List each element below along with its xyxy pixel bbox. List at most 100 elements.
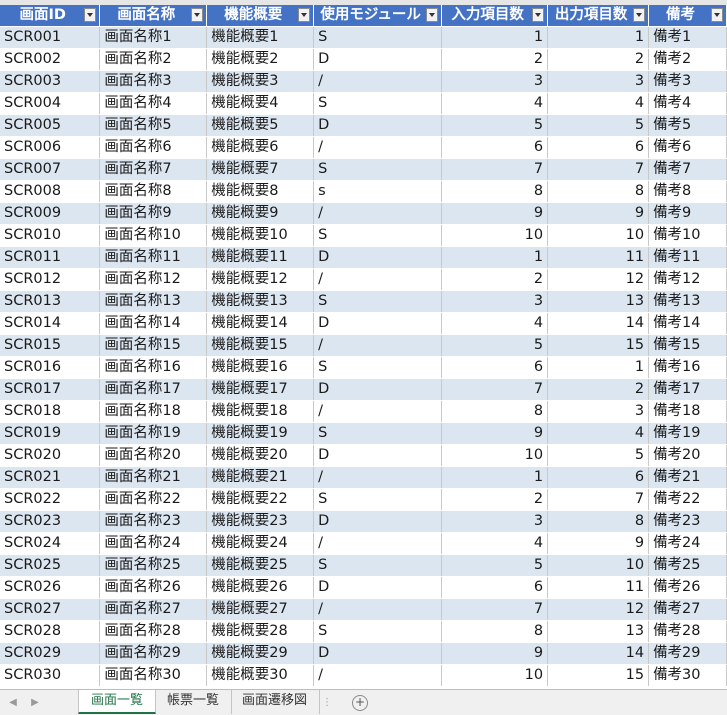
table-cell[interactable]: 備考22 bbox=[648, 488, 727, 511]
table-cell[interactable]: 3 bbox=[441, 70, 549, 93]
table-cell[interactable]: SCR008 bbox=[0, 180, 101, 203]
table-cell[interactable]: / bbox=[313, 70, 443, 93]
tab-sheet-screen-list[interactable]: 画面一覧 bbox=[78, 690, 157, 714]
table-cell[interactable]: 画面名称8 bbox=[99, 180, 208, 203]
table-cell[interactable]: D bbox=[313, 576, 443, 599]
table-cell[interactable]: SCR006 bbox=[0, 136, 101, 159]
table-cell[interactable]: 機能概要25 bbox=[206, 554, 315, 577]
filter-dropdown-icon[interactable] bbox=[426, 8, 439, 22]
table-cell[interactable]: 機能概要26 bbox=[206, 576, 315, 599]
table-cell[interactable]: 画面名称19 bbox=[99, 422, 208, 445]
table-cell[interactable]: 4 bbox=[441, 532, 549, 555]
table-cell[interactable]: 備考6 bbox=[648, 136, 727, 159]
table-cell[interactable]: 機能概要28 bbox=[206, 620, 315, 643]
table-cell[interactable]: 機能概要15 bbox=[206, 334, 315, 357]
table-cell[interactable]: SCR015 bbox=[0, 334, 101, 357]
table-cell[interactable]: 9 bbox=[441, 202, 549, 225]
triangle-right-icon[interactable]: ▶ bbox=[30, 697, 40, 709]
table-cell[interactable]: 備考27 bbox=[648, 598, 727, 621]
tab-sheet-report-list[interactable]: 帳票一覧 bbox=[155, 690, 233, 714]
table-cell[interactable]: 画面名称11 bbox=[99, 246, 208, 269]
table-cell[interactable]: 7 bbox=[441, 378, 549, 401]
table-cell[interactable]: 10 bbox=[441, 664, 549, 687]
table-cell[interactable]: 10 bbox=[547, 554, 650, 577]
table-cell[interactable]: SCR014 bbox=[0, 312, 101, 335]
tab-overflow-icon[interactable]: ⋮ bbox=[322, 697, 332, 708]
table-cell[interactable]: SCR005 bbox=[0, 114, 101, 137]
table-cell[interactable]: D bbox=[313, 114, 443, 137]
table-cell[interactable]: SCR027 bbox=[0, 598, 101, 621]
table-cell[interactable]: 1 bbox=[441, 26, 549, 49]
table-cell[interactable]: 画面名称4 bbox=[99, 92, 208, 115]
table-cell[interactable]: 5 bbox=[547, 444, 650, 467]
table-cell[interactable]: 8 bbox=[547, 180, 650, 203]
table-cell[interactable]: 備考15 bbox=[648, 334, 727, 357]
table-cell[interactable]: 機能概要29 bbox=[206, 642, 315, 665]
table-cell[interactable]: 5 bbox=[441, 334, 549, 357]
table-cell[interactable]: 5 bbox=[547, 114, 650, 137]
table-cell[interactable]: 機能概要24 bbox=[206, 532, 315, 555]
table-cell[interactable]: 備考8 bbox=[648, 180, 727, 203]
table-cell[interactable]: 備考21 bbox=[648, 466, 727, 489]
table-cell[interactable]: 機能概要18 bbox=[206, 400, 315, 423]
table-cell[interactable]: 画面名称10 bbox=[99, 224, 208, 247]
table-cell[interactable]: / bbox=[313, 400, 443, 423]
table-cell[interactable]: D bbox=[313, 48, 443, 71]
table-cell[interactable]: 9 bbox=[441, 422, 549, 445]
table-cell[interactable]: 備考10 bbox=[648, 224, 727, 247]
table-cell[interactable]: 備考14 bbox=[648, 312, 727, 335]
table-cell[interactable]: 備考17 bbox=[648, 378, 727, 401]
table-cell[interactable]: 15 bbox=[547, 334, 650, 357]
table-cell[interactable]: 9 bbox=[547, 202, 650, 225]
table-cell[interactable]: S bbox=[313, 158, 443, 181]
table-cell[interactable]: 3 bbox=[547, 400, 650, 423]
table-cell[interactable]: 4 bbox=[441, 312, 549, 335]
table-cell[interactable]: 機能概要20 bbox=[206, 444, 315, 467]
table-cell[interactable]: 備考5 bbox=[648, 114, 727, 137]
table-cell[interactable]: 備考16 bbox=[648, 356, 727, 379]
table-cell[interactable]: 機能概要1 bbox=[206, 26, 315, 49]
table-cell[interactable]: 機能概要7 bbox=[206, 158, 315, 181]
table-cell[interactable]: / bbox=[313, 598, 443, 621]
table-cell[interactable]: 機能概要30 bbox=[206, 664, 315, 687]
table-cell[interactable]: 機能概要19 bbox=[206, 422, 315, 445]
table-cell[interactable]: 画面名称29 bbox=[99, 642, 208, 665]
table-cell[interactable]: SCR026 bbox=[0, 576, 101, 599]
table-cell[interactable]: SCR019 bbox=[0, 422, 101, 445]
table-cell[interactable]: 15 bbox=[547, 664, 650, 687]
table-cell[interactable]: 1 bbox=[547, 356, 650, 379]
table-cell[interactable]: 機能概要16 bbox=[206, 356, 315, 379]
table-cell[interactable]: 画面名称20 bbox=[99, 444, 208, 467]
table-cell[interactable]: 5 bbox=[441, 554, 549, 577]
table-cell[interactable]: SCR028 bbox=[0, 620, 101, 643]
table-cell[interactable]: SCR007 bbox=[0, 158, 101, 181]
table-cell[interactable]: 13 bbox=[547, 290, 650, 313]
table-cell[interactable]: 画面名称28 bbox=[99, 620, 208, 643]
table-cell[interactable]: 機能概要6 bbox=[206, 136, 315, 159]
table-cell[interactable]: 2 bbox=[547, 378, 650, 401]
table-cell[interactable]: SCR021 bbox=[0, 466, 101, 489]
table-cell[interactable]: 9 bbox=[547, 532, 650, 555]
table-cell[interactable]: SCR030 bbox=[0, 664, 101, 687]
filter-dropdown-icon[interactable] bbox=[532, 8, 545, 22]
table-cell[interactable]: S bbox=[313, 620, 443, 643]
table-cell[interactable]: 備考30 bbox=[648, 664, 727, 687]
table-cell[interactable]: 機能概要22 bbox=[206, 488, 315, 511]
table-cell[interactable]: 画面名称16 bbox=[99, 356, 208, 379]
table-cell[interactable]: / bbox=[313, 334, 443, 357]
table-cell[interactable]: SCR018 bbox=[0, 400, 101, 423]
table-cell[interactable]: SCR004 bbox=[0, 92, 101, 115]
table-cell[interactable]: 備考1 bbox=[648, 26, 727, 49]
table-cell[interactable]: 14 bbox=[547, 312, 650, 335]
table-cell[interactable]: SCR012 bbox=[0, 268, 101, 291]
table-cell[interactable]: S bbox=[313, 290, 443, 313]
table-cell[interactable]: D bbox=[313, 312, 443, 335]
table-cell[interactable]: 8 bbox=[441, 400, 549, 423]
table-cell[interactable]: 6 bbox=[441, 136, 549, 159]
table-cell[interactable]: 14 bbox=[547, 642, 650, 665]
table-cell[interactable]: / bbox=[313, 202, 443, 225]
table-cell[interactable]: 4 bbox=[441, 92, 549, 115]
table-cell[interactable]: / bbox=[313, 532, 443, 555]
triangle-left-icon[interactable]: ◀ bbox=[8, 697, 18, 709]
table-cell[interactable]: 画面名称17 bbox=[99, 378, 208, 401]
